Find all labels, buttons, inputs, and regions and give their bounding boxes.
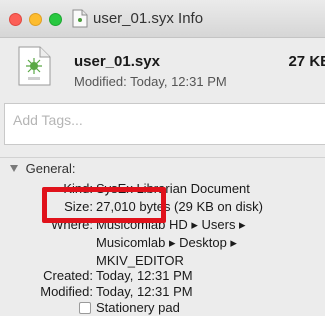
close-window-button[interactable] xyxy=(9,13,22,26)
title-bar[interactable]: user_01.syx Info xyxy=(0,0,325,38)
document-icon xyxy=(72,9,88,28)
minimize-window-button[interactable] xyxy=(29,13,42,26)
tags-field[interactable]: Add Tags... xyxy=(4,103,325,145)
section-divider xyxy=(0,157,325,158)
general-heading: General: xyxy=(25,161,76,176)
kind-value: SysEx Librarian Document xyxy=(96,181,250,196)
general-section-toggle[interactable]: General: xyxy=(10,161,76,176)
kind-label: Kind: xyxy=(63,181,93,196)
tags-placeholder: Add Tags... xyxy=(13,112,83,128)
modified-label: Modified: xyxy=(40,284,93,299)
size-label: Size: xyxy=(64,199,93,214)
modified-value: Today, 12:31 PM xyxy=(96,284,193,299)
file-size: 27 KB xyxy=(288,53,325,70)
modified-date: Modified: Today, 12:31 PM xyxy=(74,74,227,89)
where-label: Where: xyxy=(51,217,93,232)
window-title: user_01.syx Info xyxy=(93,10,204,27)
zoom-window-button[interactable] xyxy=(49,13,62,26)
where-value-line3: MKIV_EDITOR xyxy=(96,253,184,268)
created-label: Created: xyxy=(43,268,93,283)
created-value: Today, 12:31 PM xyxy=(96,268,193,283)
where-value-line1: Musicomlab HD ▸ Users ▸ xyxy=(96,217,246,232)
where-value-line2: Musicomlab ▸ Desktop ▸ xyxy=(96,235,237,250)
stationery-pad-checkbox[interactable] xyxy=(79,302,91,314)
size-value: 27,010 bytes (29 KB on disk) xyxy=(96,199,263,214)
stationery-pad-label[interactable]: Stationery pad xyxy=(96,300,180,315)
file-name: user_01.syx xyxy=(74,53,160,70)
disclosure-triangle-icon[interactable] xyxy=(10,165,18,172)
file-type-icon xyxy=(17,46,51,86)
